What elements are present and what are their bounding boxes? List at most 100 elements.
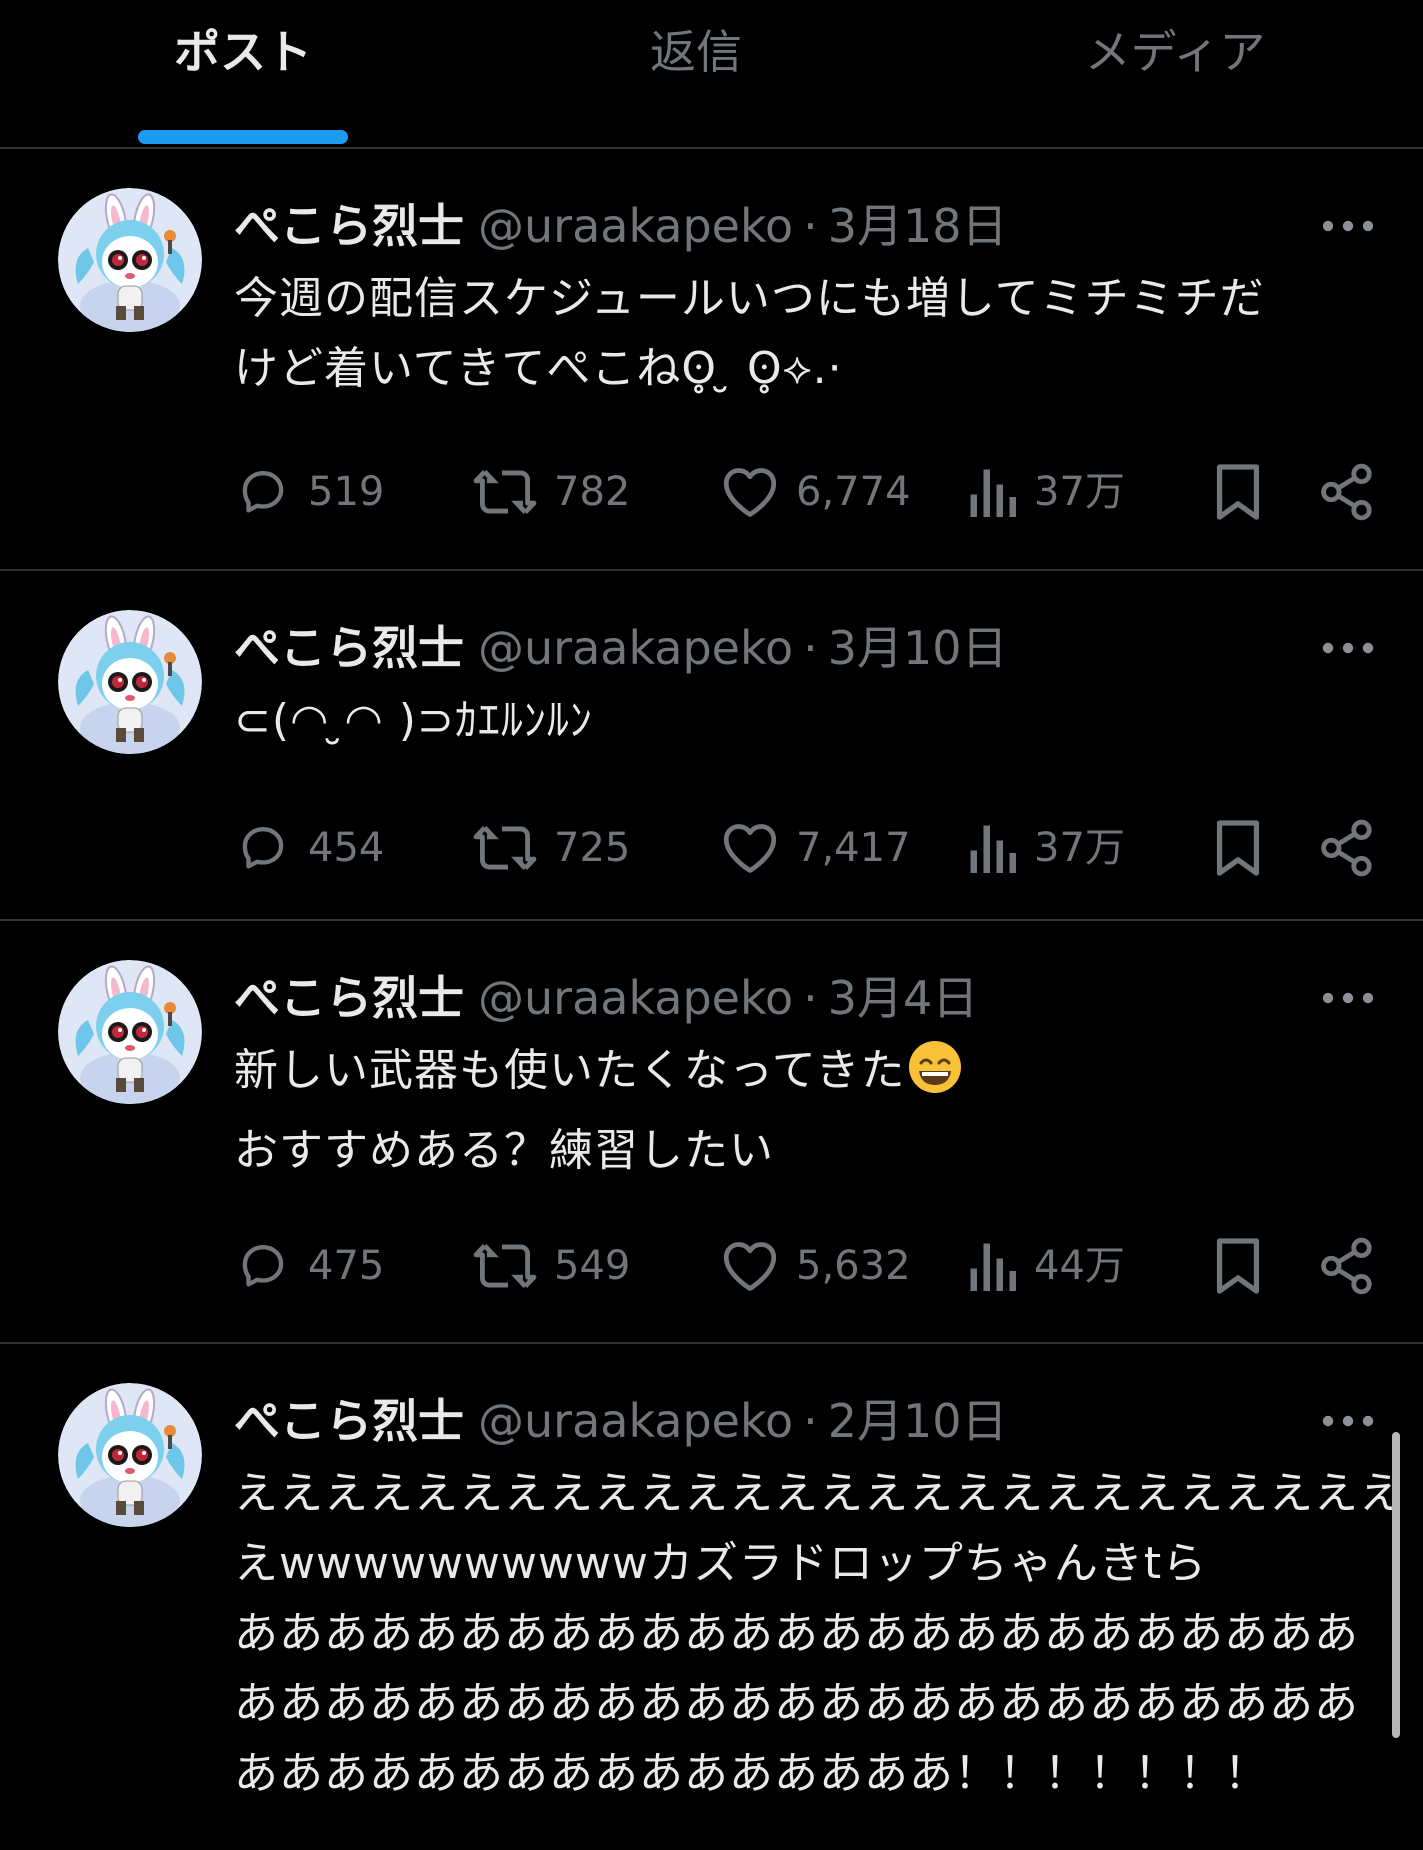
post[interactable]: ぺこら烈士 @uraakapeko · 3月4日 新しい武器も使いたくなってきた おすすめ… — [0, 920, 1423, 1342]
separator-dot: · — [803, 621, 818, 675]
like-button[interactable]: 7,417 — [720, 816, 911, 880]
reply-icon — [234, 463, 292, 521]
bar-chart-icon — [968, 820, 1018, 876]
bookmark-icon — [1214, 819, 1262, 877]
tab-posts[interactable]: ポスト — [138, 22, 348, 82]
author-name[interactable]: ぺこら烈士 — [234, 199, 464, 253]
author-handle[interactable]: @uraakapeko — [478, 199, 793, 253]
repost-icon — [472, 819, 538, 877]
author-name[interactable]: ぺこら烈士 — [234, 621, 464, 675]
post-text: 今週の配信スケジュールいつにも増してミチミチだ けど着いてきてぺこねʘ̥ ̮ ʘ̥… — [234, 264, 1384, 404]
reply-button[interactable]: 519 — [234, 460, 384, 524]
post-header: ぺこら烈士 @uraakapeko · 3月18日 — [234, 196, 1008, 256]
repost-button[interactable]: 725 — [472, 816, 630, 880]
post-date[interactable]: 2月10日 — [828, 1394, 1008, 1448]
repost-icon — [472, 463, 538, 521]
more-button[interactable] — [1318, 1401, 1378, 1441]
like-button[interactable]: 5,632 — [720, 1234, 911, 1298]
post-text: ええええええええええええええええええええええええええ えwwwwwwwwwwカズラ… — [234, 1459, 1404, 1809]
bookmark-button[interactable] — [1214, 460, 1262, 524]
share-button[interactable] — [1320, 816, 1374, 880]
post-date[interactable]: 3月10日 — [828, 621, 1008, 675]
more-button[interactable] — [1318, 628, 1378, 668]
post-text-line: ああああああああああああああああ！！！！！！！ — [234, 1748, 1269, 1799]
share-icon — [1320, 819, 1374, 877]
scrollbar[interactable] — [1392, 1432, 1400, 1738]
repost-button[interactable]: 549 — [472, 1234, 630, 1298]
likes-count: 5,632 — [796, 1243, 911, 1289]
avatar[interactable] — [58, 610, 202, 754]
post-actions: 454 725 7,417 37万 — [0, 816, 1423, 880]
like-button[interactable]: 6,774 — [720, 460, 911, 524]
replies-count: 454 — [308, 825, 385, 871]
share-button[interactable] — [1320, 460, 1374, 524]
separator-dot: · — [803, 1394, 818, 1448]
post[interactable]: ぺこら烈士 @uraakapeko · 2月10日ええええええええええええええええええ… — [0, 1343, 1423, 1850]
reply-button[interactable]: 475 — [234, 1234, 384, 1298]
heart-icon — [720, 819, 780, 877]
avatar[interactable] — [58, 1383, 202, 1527]
post-actions: 519 782 6,774 37万 — [0, 460, 1423, 524]
more-dots-icon — [1318, 642, 1378, 672]
share-icon — [1320, 463, 1374, 521]
post-text-line: あああああああああああああああああああああああああ — [234, 1678, 1359, 1729]
post[interactable]: ぺこら烈士 @uraakapeko · 3月18日今週の配信スケジュールいつにも増して… — [0, 148, 1423, 569]
bookmark-button[interactable] — [1214, 816, 1262, 880]
post-header: ぺこら烈士 @uraakapeko · 3月10日 — [234, 618, 1008, 678]
likes-count: 6,774 — [796, 469, 911, 515]
post-header: ぺこら烈士 @uraakapeko · 3月4日 — [234, 968, 978, 1028]
views-button[interactable]: 37万 — [968, 460, 1125, 524]
post-date[interactable]: 3月18日 — [828, 199, 1008, 253]
post-text-line: ええええええええええええええええええええええええええ — [234, 1468, 1404, 1519]
repost-icon — [472, 1237, 538, 1295]
more-dots-icon — [1318, 220, 1378, 250]
post-text-line: えwwwwwwwwwwカズラドロップちゃんきtら — [234, 1538, 1208, 1589]
views-button[interactable]: 37万 — [968, 816, 1125, 880]
tab-media[interactable]: メディア — [1060, 22, 1290, 82]
post-header: ぺこら烈士 @uraakapeko · 2月10日 — [234, 1391, 1008, 1451]
post-date[interactable]: 3月4日 — [828, 971, 979, 1025]
profile-tabs: ポスト 返信 メディア — [0, 0, 1423, 149]
views-count: 37万 — [1034, 469, 1125, 515]
bar-chart-icon — [968, 464, 1018, 520]
divider — [0, 1342, 1423, 1344]
post-text: ⊂(◠ ̮◠ )⊃ｶｴﾙﾝﾙﾝ — [234, 686, 1384, 756]
author-name[interactable]: ぺこら烈士 — [234, 1394, 464, 1448]
bookmark-button[interactable] — [1214, 1234, 1262, 1298]
grinning-face-emoji — [907, 1039, 963, 1116]
likes-count: 7,417 — [796, 825, 911, 871]
post[interactable]: ぺこら烈士 @uraakapeko · 3月10日 ⊂(◠ ̮◠ )⊃ｶｴﾙﾝﾙﾝ 454… — [0, 570, 1423, 919]
separator-dot: · — [803, 971, 818, 1025]
active-tab-indicator — [138, 130, 348, 144]
more-button[interactable] — [1318, 978, 1378, 1018]
post-text-line: あああああああああああああああああああああああああ — [234, 1608, 1359, 1659]
reply-icon — [234, 819, 292, 877]
more-dots-icon — [1318, 992, 1378, 1022]
author-handle[interactable]: @uraakapeko — [478, 971, 793, 1025]
repost-button[interactable]: 782 — [472, 460, 630, 524]
avatar[interactable] — [58, 188, 202, 332]
reply-button[interactable]: 454 — [234, 816, 384, 880]
views-count: 44万 — [1034, 1243, 1125, 1289]
share-icon — [1320, 1237, 1374, 1295]
bar-chart-icon — [968, 1238, 1018, 1294]
author-handle[interactable]: @uraakapeko — [478, 1394, 793, 1448]
reposts-count: 549 — [554, 1243, 631, 1289]
separator-dot: · — [803, 199, 818, 253]
avatar[interactable] — [58, 960, 202, 1104]
views-button[interactable]: 44万 — [968, 1234, 1125, 1298]
bookmark-icon — [1214, 463, 1262, 521]
post-text-line: ⊂(◠ ̮◠ )⊃ｶｴﾙﾝﾙﾝ — [234, 695, 593, 746]
post-text-line: 今週の配信スケジュールいつにも増してミチミチだ — [234, 273, 1265, 324]
author-handle[interactable]: @uraakapeko — [478, 621, 793, 675]
share-button[interactable] — [1320, 1234, 1374, 1298]
more-dots-icon — [1318, 1415, 1378, 1445]
heart-icon — [720, 1237, 780, 1295]
divider — [0, 919, 1423, 921]
more-button[interactable] — [1318, 206, 1378, 246]
author-name[interactable]: ぺこら烈士 — [234, 971, 464, 1025]
replies-count: 475 — [308, 1243, 385, 1289]
tab-replies[interactable]: 返信 — [596, 22, 796, 82]
post-text-line: 新しい武器も使いたくなってきた — [234, 1036, 1384, 1116]
reply-icon — [234, 1237, 292, 1295]
